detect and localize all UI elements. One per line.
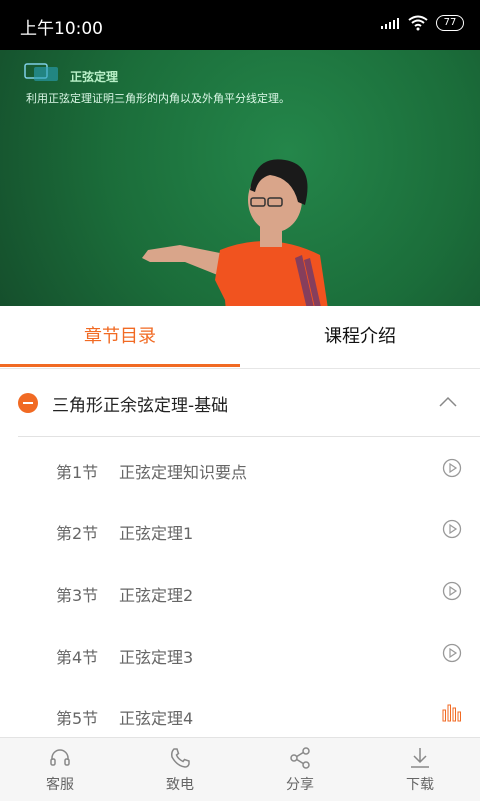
status-icons: 77 xyxy=(380,15,464,31)
chapter-header[interactable]: 三角形正余弦定理-基础 xyxy=(0,369,480,436)
bottom-bar-label: 下载 xyxy=(406,777,434,793)
video-player[interactable]: 正弦定理 利用正弦定理证明三角形的内角以及外角平分线定理。 xyxy=(0,50,480,306)
tab-course-intro[interactable]: 课程介绍 xyxy=(240,306,480,368)
wifi-icon xyxy=(408,15,428,31)
bottom-bar-label: 客服 xyxy=(46,777,74,793)
bottom-action-bar: 客服 致电 分享 下载 xyxy=(0,737,480,801)
active-tab-indicator xyxy=(0,364,240,367)
section-number: 第3节 xyxy=(56,586,99,605)
section-row[interactable]: 第4节 正弦定理3 xyxy=(0,622,480,684)
bottom-bar-label: 致电 xyxy=(166,777,194,793)
chevron-up-icon[interactable] xyxy=(438,392,458,412)
share-button[interactable]: 分享 xyxy=(240,738,360,801)
signal-icon xyxy=(381,18,399,29)
section-row[interactable]: 第1节 正弦定理知识要点 xyxy=(0,437,480,499)
section-row[interactable]: 第3节 正弦定理2 xyxy=(0,560,480,622)
teacher-figure xyxy=(142,159,328,306)
section-title: 正弦定理1 xyxy=(119,524,194,543)
section-number: 第2节 xyxy=(56,524,99,543)
collapse-minus-icon[interactable] xyxy=(18,393,38,413)
share-icon xyxy=(290,747,310,769)
slide-logo-icon xyxy=(24,63,58,81)
tab-bar: 章节目录 课程介绍 xyxy=(0,306,480,369)
download-icon xyxy=(411,748,429,768)
tab-chapters[interactable]: 章节目录 xyxy=(0,306,240,368)
chapter-title: 三角形正余弦定理-基础 xyxy=(52,396,229,416)
slide-subtitle: 利用正弦定理证明三角形的内角以及外角平分线定理。 xyxy=(26,92,290,105)
headset-icon xyxy=(50,749,70,766)
play-icon[interactable] xyxy=(442,519,462,539)
call-button[interactable]: 致电 xyxy=(120,738,240,801)
section-row[interactable]: 第5节 正弦定理4 xyxy=(0,683,480,745)
customer-service-button[interactable]: 客服 xyxy=(0,738,120,801)
section-title: 正弦定理知识要点 xyxy=(119,463,248,482)
play-icon[interactable] xyxy=(442,581,462,601)
phone-icon xyxy=(171,748,190,768)
section-title: 正弦定理3 xyxy=(119,648,194,667)
status-time: 上午10:00 xyxy=(20,19,103,39)
play-icon[interactable] xyxy=(442,643,462,663)
battery-indicator: 77 xyxy=(436,15,464,31)
slide-title: 正弦定理 xyxy=(70,70,119,84)
section-title: 正弦定理2 xyxy=(119,586,194,605)
section-title: 正弦定理4 xyxy=(119,709,194,728)
now-playing-icon[interactable] xyxy=(442,702,462,722)
section-number: 第1节 xyxy=(56,463,99,482)
status-bar: 上午10:00 77 xyxy=(0,0,480,50)
bottom-bar-label: 分享 xyxy=(286,777,314,793)
section-number: 第5节 xyxy=(56,709,99,728)
play-icon[interactable] xyxy=(442,458,462,478)
section-row[interactable]: 第2节 正弦定理1 xyxy=(0,498,480,560)
download-button[interactable]: 下载 xyxy=(360,738,480,801)
section-number: 第4节 xyxy=(56,648,99,667)
